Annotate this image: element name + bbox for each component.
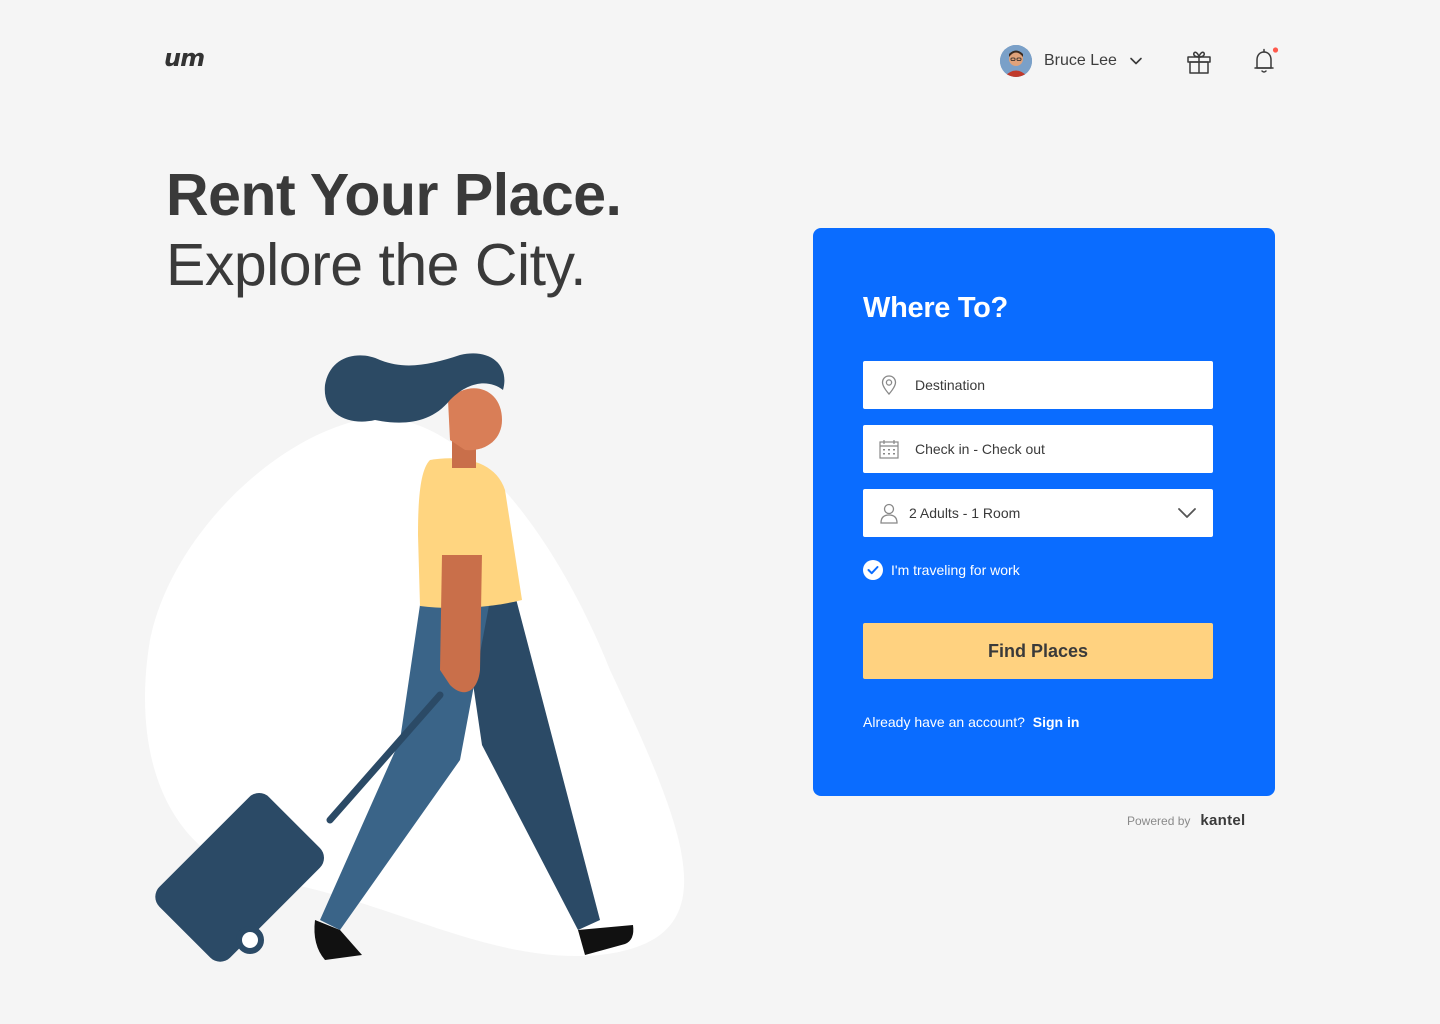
user-icon	[880, 503, 898, 524]
notification-dot	[1272, 47, 1279, 53]
work-travel-label: I'm traveling for work	[891, 562, 1020, 578]
guests-select[interactable]: 2 Adults - 1 Room	[863, 489, 1213, 537]
user-name: Bruce Lee	[1044, 52, 1117, 69]
traveler-illustration	[145, 353, 685, 962]
chevron-down-icon	[1130, 57, 1142, 65]
powered-by: Powered by kantel	[1127, 812, 1246, 829]
work-travel-checkbox[interactable]: I'm traveling for work	[863, 560, 1020, 580]
signin-link[interactable]: Sign in	[1033, 714, 1080, 730]
powered-by-label: Powered by	[1127, 814, 1191, 828]
powered-by-brand[interactable]: kantel	[1200, 812, 1245, 829]
search-title: Where To?	[863, 292, 1008, 324]
destination-input[interactable]	[915, 361, 1195, 409]
dates-input[interactable]	[915, 425, 1195, 473]
avatar	[1000, 45, 1032, 77]
guests-value: 2 Adults - 1 Room	[909, 505, 1021, 521]
headline-line-1: Rent Your Place.	[166, 162, 622, 228]
headline-line-2: Explore the City.	[166, 232, 586, 298]
signin-prompt: Already have an account? Sign in	[863, 714, 1079, 730]
chevron-down-icon	[1178, 508, 1196, 518]
user-menu[interactable]: Bruce Lee	[1000, 45, 1143, 77]
account-prompt-text: Already have an account?	[863, 714, 1025, 730]
dates-field[interactable]	[863, 425, 1213, 473]
app-logo[interactable]: um	[164, 44, 205, 72]
map-pin-icon	[881, 375, 897, 395]
destination-field[interactable]	[863, 361, 1213, 409]
page-title: Rent Your Place. Explore the City.	[166, 160, 622, 300]
bell-icon[interactable]	[1250, 46, 1280, 76]
search-card: Where To? Destination Check in - Check o…	[813, 228, 1275, 796]
check-circle-icon	[863, 560, 883, 580]
calendar-icon	[879, 440, 899, 459]
find-places-button[interactable]: Find Places	[863, 623, 1213, 679]
gift-icon[interactable]	[1185, 48, 1213, 76]
